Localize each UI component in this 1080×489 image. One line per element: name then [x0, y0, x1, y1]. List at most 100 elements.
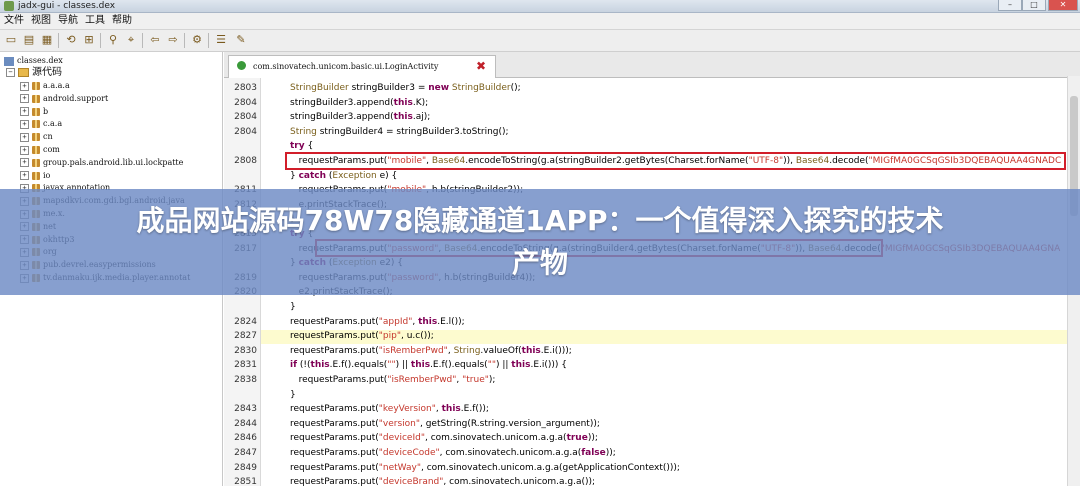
code-line[interactable]: stringBuilder3.append(this.aj);: [290, 110, 430, 124]
minimize-button[interactable]: –: [998, 0, 1022, 11]
tree-root[interactable]: classes.dex: [4, 55, 63, 67]
expand-toggle-icon[interactable]: +: [20, 119, 29, 129]
expand-toggle-icon[interactable]: +: [20, 94, 29, 104]
code-line[interactable]: requestParams.put("version", getString(R…: [290, 417, 600, 431]
tree-package[interactable]: + a.a.a.a: [20, 80, 70, 92]
tree-package-label: c.a.a: [43, 119, 63, 129]
line-number: 2831: [234, 360, 257, 371]
close-button[interactable]: ✕: [1048, 0, 1078, 11]
line-number: 2803: [234, 83, 257, 93]
menu-nav[interactable]: 导航: [58, 14, 78, 28]
code-line[interactable]: }: [290, 300, 296, 314]
app-icon: [4, 1, 14, 11]
tab-bar: com.sinovatech.unicom.basic.ui.LoginActi…: [224, 52, 1080, 78]
back-icon[interactable]: ⇦: [148, 33, 162, 47]
menu-bar: 文件 视图 导航 工具 帮助: [0, 13, 1080, 30]
expand-toggle-icon[interactable]: +: [20, 171, 29, 181]
toolbar-separator: [184, 33, 185, 48]
close-tab-icon[interactable]: ✖: [476, 59, 486, 73]
package-icon: [32, 82, 40, 90]
tree-icon[interactable]: ⊞: [82, 33, 96, 47]
line-number: 2827: [234, 331, 257, 342]
code-line[interactable]: requestParams.put("deviceCode", com.sino…: [290, 446, 616, 460]
code-line[interactable]: requestParams.put("pip", u.c());: [290, 329, 434, 343]
toolbar: ▭ ▤ ▦ ⟲ ⊞ ⚲ ⌖ ⇦ ⇨ ⚙ ☰ ✎: [0, 30, 1080, 52]
menu-tools[interactable]: 工具: [85, 14, 105, 28]
window-titlebar: jadx-gui - classes.dex – □ ✕: [0, 0, 1080, 13]
dex-file-icon: [4, 56, 14, 66]
find-icon[interactable]: ⚲: [106, 33, 120, 47]
forward-icon[interactable]: ⇨: [166, 33, 180, 47]
maximize-button[interactable]: □: [1022, 0, 1046, 11]
folder-icon: [18, 68, 29, 77]
log-icon[interactable]: ☰: [214, 33, 228, 47]
code-line[interactable]: stringBuilder3.append(this.K);: [290, 96, 428, 110]
save-icon[interactable]: ▤: [22, 33, 36, 47]
class-icon: [237, 61, 246, 70]
package-icon: [32, 158, 40, 167]
code-line[interactable]: requestParams.put("deviceBrand", com.sin…: [290, 475, 595, 489]
code-line[interactable]: requestParams.put("isRemberPwd", "true")…: [290, 373, 496, 387]
tree-package[interactable]: + c.a.a: [20, 118, 62, 130]
toolbar-separator: [208, 33, 209, 48]
line-number: 2844: [234, 418, 257, 429]
menu-file[interactable]: 文件: [4, 14, 24, 28]
package-icon: [32, 94, 40, 103]
tree-source-folder[interactable]: − 源代码: [6, 67, 62, 79]
expand-toggle-icon[interactable]: +: [20, 158, 29, 168]
code-line[interactable]: requestParams.put("isRemberPwd", String.…: [290, 344, 572, 358]
toolbar-separator: [100, 33, 101, 48]
sync-icon[interactable]: ⟲: [64, 33, 78, 47]
save-all-icon[interactable]: ▦: [40, 33, 54, 47]
code-line[interactable]: requestParams.put("deviceId", com.sinova…: [290, 431, 598, 445]
line-number: 2804: [234, 112, 257, 123]
tree-package[interactable]: + android.support: [20, 93, 108, 105]
code-line[interactable]: if (!(this.E.f().equals("") || this.E.f(…: [290, 358, 567, 372]
tab-login-activity[interactable]: com.sinovatech.unicom.basic.ui.LoginActi…: [228, 55, 496, 78]
tree-package[interactable]: + com: [20, 144, 60, 156]
toolbar-separator: [58, 33, 59, 48]
tree-package[interactable]: + cn: [20, 131, 53, 143]
menu-help[interactable]: 帮助: [112, 14, 132, 28]
package-icon: [32, 133, 40, 142]
tree-package-label: cn: [43, 132, 53, 142]
code-line[interactable]: StringBuilder stringBuilder3 = new Strin…: [290, 81, 521, 95]
tree-package-label: a.a.a.a: [43, 81, 70, 90]
expand-toggle-icon[interactable]: +: [20, 81, 29, 91]
toolbar-separator: [142, 33, 143, 48]
package-icon: [32, 107, 40, 116]
find-class-icon[interactable]: ⌖: [124, 33, 138, 47]
code-line[interactable]: } catch (Exception e) {: [290, 169, 397, 183]
settings-icon[interactable]: ✎: [234, 33, 248, 47]
package-icon: [32, 171, 40, 180]
tree-package-label: b: [43, 106, 49, 116]
expand-toggle-icon[interactable]: +: [20, 132, 29, 142]
code-line[interactable]: requestParams.put("appId", this.E.l());: [290, 315, 465, 329]
banner-title-line1: 成品网站源码78W78隐藏通道1APP：一个值得深入探究的技术: [136, 204, 944, 237]
tree-package[interactable]: + io: [20, 170, 50, 182]
line-number: 2847: [234, 448, 257, 458]
code-line[interactable]: }: [290, 388, 296, 402]
code-line[interactable]: String stringBuilder4 = stringBuilder3.t…: [290, 125, 509, 139]
expand-toggle-icon[interactable]: +: [20, 107, 29, 117]
tree-package[interactable]: + group.pals.android.lib.ui.lockpatte: [20, 157, 183, 169]
menu-view[interactable]: 视图: [31, 14, 51, 28]
line-number: 2838: [234, 375, 257, 385]
package-icon: [32, 120, 40, 129]
decompile-icon[interactable]: ⚙: [190, 33, 204, 47]
tree-package-label: com: [43, 145, 60, 154]
expand-toggle-icon[interactable]: +: [20, 145, 29, 155]
code-line[interactable]: requestParams.put("keyVersion", this.E.f…: [290, 402, 489, 416]
line-number: 2804: [234, 97, 257, 108]
open-icon[interactable]: ▭: [4, 33, 18, 47]
highlight-box-mobile: [285, 152, 1066, 170]
line-number: 2849: [234, 462, 257, 473]
code-line[interactable]: requestParams.put("netWay", com.sinovate…: [290, 461, 680, 475]
collapse-toggle-icon[interactable]: −: [6, 68, 15, 77]
line-number: 2824: [234, 316, 257, 327]
tree-package[interactable]: + b: [20, 106, 48, 118]
tree-package-label: group.pals.android.lib.ui.lockpatte: [43, 157, 184, 167]
tree-package-label: io: [43, 170, 51, 180]
line-number: 2808: [234, 156, 257, 166]
package-icon: [32, 146, 40, 154]
